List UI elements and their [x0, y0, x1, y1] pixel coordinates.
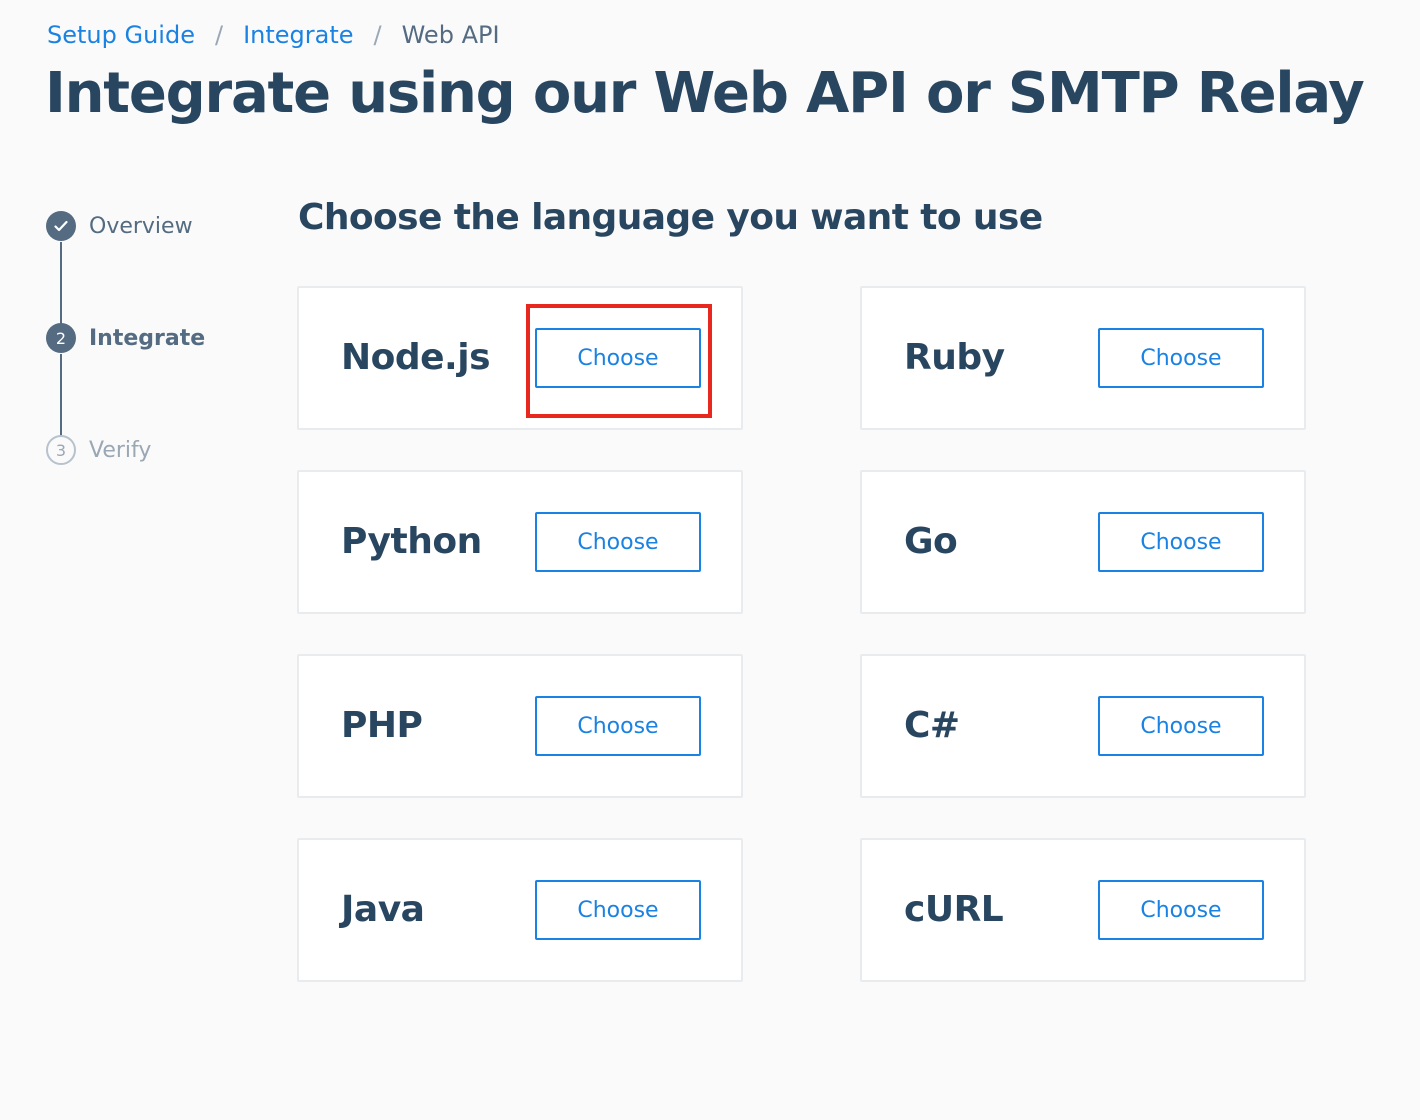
language-name: Python — [341, 521, 482, 562]
language-name: C# — [904, 705, 960, 746]
breadcrumb-integrate-link[interactable]: Integrate — [243, 18, 353, 52]
language-card-ruby: Ruby Choose — [860, 286, 1306, 430]
breadcrumb: Setup Guide / Integrate / Web API — [47, 18, 500, 52]
language-card-go: Go Choose — [860, 470, 1306, 614]
choose-java-button[interactable]: Choose — [535, 880, 701, 940]
step-number-badge: 2 — [46, 323, 76, 353]
language-name: Ruby — [904, 337, 1005, 378]
breadcrumb-separator: / — [373, 21, 382, 49]
breadcrumb-setup-guide-link[interactable]: Setup Guide — [47, 18, 195, 52]
step-label: Overview — [89, 213, 193, 239]
page-title: Integrate using our Web API or SMTP Rela… — [45, 61, 1365, 126]
stepper-connector-line — [60, 242, 62, 324]
choose-ruby-button[interactable]: Choose — [1098, 328, 1264, 388]
language-name: Node.js — [341, 337, 491, 378]
choose-nodejs-button[interactable]: Choose — [535, 328, 701, 388]
step-integrate[interactable]: 2 Integrate — [46, 322, 205, 354]
choose-python-button[interactable]: Choose — [535, 512, 701, 572]
choose-php-button[interactable]: Choose — [535, 696, 701, 756]
step-number-badge: 3 — [46, 435, 76, 465]
language-name: Go — [904, 521, 958, 562]
choose-go-button[interactable]: Choose — [1098, 512, 1264, 572]
language-name: cURL — [904, 889, 1004, 930]
check-icon — [46, 211, 76, 241]
choose-curl-button[interactable]: Choose — [1098, 880, 1264, 940]
step-label: Integrate — [89, 325, 206, 351]
language-name: Java — [341, 889, 425, 930]
language-card-python: Python Choose — [297, 470, 743, 614]
language-card-php: PHP Choose — [297, 654, 743, 798]
choose-csharp-button[interactable]: Choose — [1098, 696, 1264, 756]
language-card-curl: cURL Choose — [860, 838, 1306, 982]
stepper-connector-line — [60, 354, 62, 436]
breadcrumb-current-page: Web API — [401, 21, 500, 49]
language-grid: Node.js Choose Ruby Choose Python Choose… — [297, 286, 1306, 982]
step-verify[interactable]: 3 Verify — [46, 434, 151, 466]
progress-stepper: Overview 2 Integrate 3 Verify — [46, 210, 256, 470]
language-card-nodejs: Node.js Choose — [297, 286, 743, 430]
language-card-csharp: C# Choose — [860, 654, 1306, 798]
step-overview[interactable]: Overview — [46, 210, 193, 242]
language-name: PHP — [341, 705, 423, 746]
language-card-java: Java Choose — [297, 838, 743, 982]
step-label: Verify — [89, 437, 152, 463]
section-heading: Choose the language you want to use — [298, 197, 1043, 238]
breadcrumb-separator: / — [214, 21, 224, 49]
